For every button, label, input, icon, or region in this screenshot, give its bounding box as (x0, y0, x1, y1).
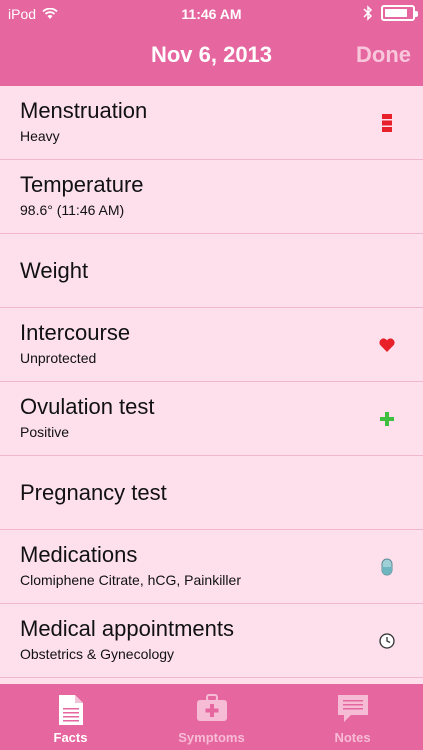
row-title: Ovulation test (20, 394, 155, 419)
pill-icon (377, 557, 397, 577)
row-title: Intercourse (20, 320, 131, 345)
row-ovulation-test[interactable]: Ovulation test Positive (0, 382, 423, 456)
row-subtitle: 98.6° (11:46 AM) (20, 202, 125, 218)
row-medical-appointments[interactable]: Medical appointments Obstetrics & Gyneco… (0, 604, 423, 678)
clock-icon (377, 631, 397, 651)
row-intercourse[interactable]: Intercourse Unprotected (0, 308, 423, 382)
nav-bar: Nov 6, 2013 Done (0, 30, 423, 86)
facts-list: Menstruation Heavy Temperature 98.6° (11… (0, 86, 423, 684)
status-bar: iPod 11:46 AM (0, 0, 423, 30)
row-temperature[interactable]: Temperature 98.6° (11:46 AM) (0, 160, 423, 234)
battery-level (385, 9, 408, 17)
tab-notes[interactable]: Notes (282, 684, 423, 750)
row-subtitle: Unprotected (20, 350, 97, 366)
row-title: Pregnancy test (20, 480, 167, 505)
row-medications[interactable]: Medications Clomiphene Citrate, hCG, Pai… (0, 530, 423, 604)
document-icon (58, 695, 83, 725)
row-weight[interactable]: Weight (0, 234, 423, 308)
row-pregnancy-test[interactable]: Pregnancy test (0, 456, 423, 530)
tab-label: Symptoms (178, 730, 245, 745)
row-subtitle: Clomiphene Citrate, hCG, Painkiller (20, 572, 241, 588)
tab-symptoms[interactable]: Symptoms (141, 684, 282, 750)
tab-facts[interactable]: Facts (0, 684, 141, 750)
medkit-icon (196, 694, 227, 721)
speech-bubble-icon (337, 695, 368, 722)
row-title: Menstruation (20, 98, 148, 123)
row-subtitle: Positive (20, 424, 70, 440)
status-right (363, 5, 418, 21)
bluetooth-icon (363, 5, 373, 21)
tab-label: Facts (53, 730, 88, 745)
done-button[interactable]: Done (356, 42, 411, 68)
row-subtitle: Obstetrics & Gynecology (20, 646, 175, 662)
plus-icon (377, 409, 397, 429)
tab-bar: Facts Symptoms Notes (0, 684, 423, 750)
status-time: 11:46 AM (181, 6, 242, 22)
row-subtitle: Heavy (20, 128, 60, 144)
flow-heavy-icon (377, 113, 397, 133)
tab-label: Notes (334, 730, 371, 745)
heart-icon (377, 335, 397, 355)
row-menstruation[interactable]: Menstruation Heavy (0, 86, 423, 160)
row-title: Medical appointments (20, 616, 235, 641)
battery-icon (381, 5, 418, 21)
row-title: Temperature (20, 172, 144, 197)
row-title: Medications (20, 542, 138, 567)
row-title: Weight (20, 258, 89, 283)
